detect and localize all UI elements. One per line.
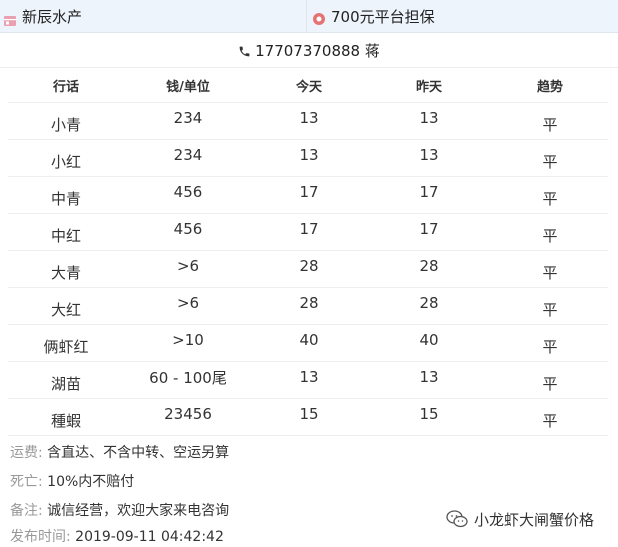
publish-info: 发布时间: 2019-09-11 04:42:42 [10, 526, 224, 546]
wechat-icon [446, 510, 468, 528]
col-header-trend: 趋势 [492, 68, 608, 103]
cell-trend: 平 [492, 398, 608, 436]
cell-price: >10 [124, 324, 252, 362]
cell-name: 俩虾红 [8, 324, 124, 362]
cell-today: 13 [252, 102, 366, 140]
table-row: 中青 456 17 17 平 [8, 176, 608, 214]
cell-name: 大红 [8, 287, 124, 325]
cell-trend: 平 [492, 361, 608, 399]
table-row: 小青 234 13 13 平 [8, 102, 608, 140]
cell-name: 小红 [8, 139, 124, 177]
wechat-watermark: 小龙虾大闸蟹价格 [446, 508, 594, 530]
cell-today: 40 [252, 324, 366, 362]
phone-number: 17707370888 蒋 [255, 41, 380, 60]
cell-name: 湖苗 [8, 361, 124, 399]
death-label: 死亡: [10, 474, 43, 490]
shield-icon [313, 10, 325, 25]
cell-trend: 平 [492, 176, 608, 214]
cell-trend: 平 [492, 250, 608, 288]
table-row: 湖苗 60 - 100尾 13 13 平 [8, 361, 608, 399]
cell-yesterday: 17 [366, 213, 492, 251]
cell-trend: 平 [492, 324, 608, 362]
cell-today: 13 [252, 139, 366, 177]
shop-icon [4, 11, 16, 26]
cell-trend: 平 [492, 139, 608, 177]
table-row: 小红 234 13 13 平 [8, 139, 608, 177]
shop-name: 新辰水产 [22, 7, 83, 26]
cell-price: 23456 [124, 398, 252, 436]
watermark-text: 小龙虾大闸蟹价格 [474, 510, 595, 529]
phone-icon [238, 44, 251, 57]
guarantee-text: 700元平台担保 [331, 7, 435, 26]
cell-trend: 平 [492, 102, 608, 140]
publish-label: 发布时间: [10, 529, 71, 545]
cell-today: 15 [252, 398, 366, 436]
cell-trend: 平 [492, 287, 608, 325]
cell-today: 13 [252, 361, 366, 399]
cell-name: 小青 [8, 102, 124, 140]
cell-today: 28 [252, 287, 366, 325]
cell-yesterday: 13 [366, 361, 492, 399]
price-table: 行话 钱/单位 今天 昨天 趋势 小青 234 13 13 平 小红 234 1… [8, 68, 608, 436]
guarantee-segment: 700元平台担保 [307, 0, 618, 32]
cell-yesterday: 28 [366, 287, 492, 325]
cell-yesterday: 28 [366, 250, 492, 288]
table-row: 種蝦 23456 15 15 平 [8, 398, 608, 436]
shipping-info: 运费: 含直达、不含中转、空运另算 [10, 442, 229, 462]
shipping-label: 运费: [10, 445, 43, 461]
top-info-bar: 新辰水产 700元平台担保 [0, 0, 618, 33]
death-info: 死亡: 10%内不赔付 [10, 471, 134, 491]
table-row: 大青 >6 28 28 平 [8, 250, 608, 288]
table-header-row: 行话 钱/单位 今天 昨天 趋势 [8, 68, 608, 103]
table-row: 大红 >6 28 28 平 [8, 287, 608, 325]
note-info: 备注: 诚信经营，欢迎大家来电咨询 [10, 500, 229, 520]
col-header-yesterday: 昨天 [366, 68, 492, 103]
col-header-price: 钱/单位 [124, 68, 252, 103]
cell-today: 17 [252, 213, 366, 251]
shop-name-segment: 新辰水产 [0, 0, 307, 32]
table-row: 俩虾红 >10 40 40 平 [8, 324, 608, 362]
cell-name: 種蝦 [8, 398, 124, 436]
cell-name: 中青 [8, 176, 124, 214]
cell-yesterday: 15 [366, 398, 492, 436]
cell-yesterday: 13 [366, 139, 492, 177]
cell-today: 17 [252, 176, 366, 214]
col-header-name: 行话 [8, 68, 124, 103]
publish-value: 2019-09-11 04:42:42 [75, 529, 224, 545]
table-row: 中红 456 17 17 平 [8, 213, 608, 251]
cell-price: 456 [124, 176, 252, 214]
contact-phone[interactable]: 17707370888 蒋 [0, 33, 618, 68]
cell-price: 60 - 100尾 [124, 361, 252, 399]
col-header-today: 今天 [252, 68, 366, 103]
cell-name: 大青 [8, 250, 124, 288]
note-label: 备注: [10, 503, 43, 519]
cell-price: 234 [124, 102, 252, 140]
cell-price: 456 [124, 213, 252, 251]
cell-trend: 平 [492, 213, 608, 251]
cell-yesterday: 13 [366, 102, 492, 140]
cell-today: 28 [252, 250, 366, 288]
shipping-value: 含直达、不含中转、空运另算 [47, 445, 230, 461]
death-value: 10%内不赔付 [47, 474, 135, 490]
cell-price: 234 [124, 139, 252, 177]
cell-yesterday: 17 [366, 176, 492, 214]
note-value: 诚信经营，欢迎大家来电咨询 [47, 503, 230, 519]
cell-name: 中红 [8, 213, 124, 251]
cell-price: >6 [124, 250, 252, 288]
cell-yesterday: 40 [366, 324, 492, 362]
cell-price: >6 [124, 287, 252, 325]
